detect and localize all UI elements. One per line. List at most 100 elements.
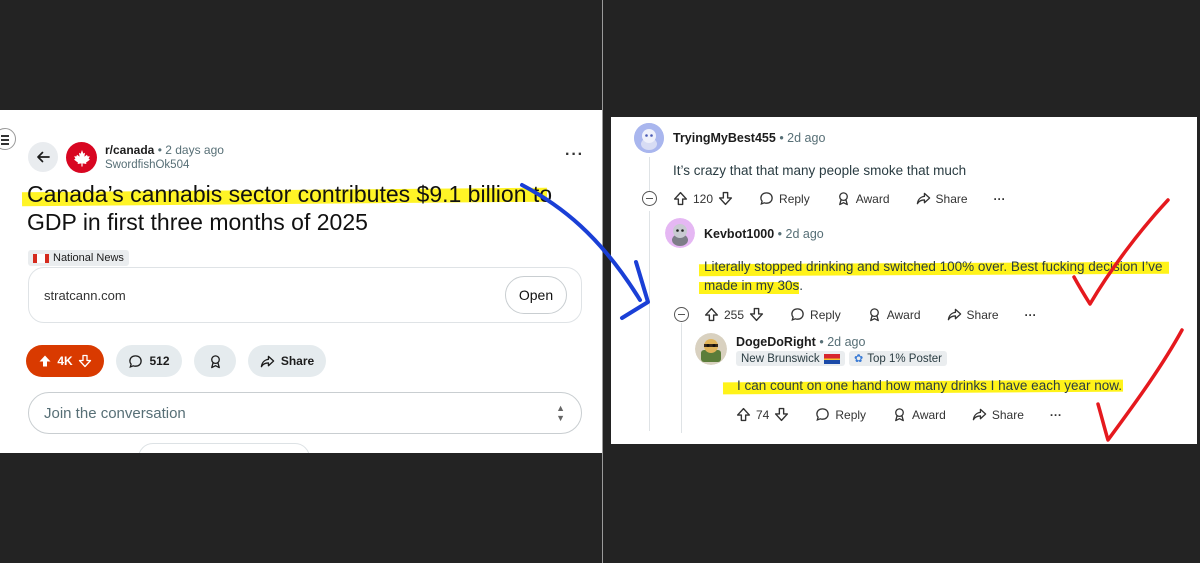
award-label: Award [912,407,946,422]
vote-count: 74 [756,407,770,422]
user-flair: New Brunswick [736,351,845,366]
share-icon [972,408,987,421]
post-author[interactable]: SwordfishOk504 [105,159,189,171]
thread-line [649,157,650,195]
achievement-badge: ✿ Top 1% Poster [849,351,948,366]
vote-control: 4K [26,345,104,377]
share-label: Share [966,307,999,322]
comment-username[interactable]: TryingMyBest455 [673,131,776,145]
vote-count: 255 [724,307,745,322]
avatar-icon [665,218,695,248]
upvote-icon[interactable] [673,191,688,206]
back-button[interactable] [28,142,58,172]
comment-actions: 120 Reply Award Share ··· [673,191,1006,206]
post-time: • 2 days ago [157,143,224,157]
vote-group: 74 [736,407,789,422]
award-label: Award [855,191,890,206]
post-flair: National News [28,250,129,266]
share-icon [260,355,275,367]
comment-body: It’s crazy that that many people smoke t… [673,163,967,178]
award-icon [210,354,220,368]
comment-time: • 2d ago [819,335,866,349]
avatar-icon [634,123,664,153]
reply-label: Reply [810,307,841,322]
upvote-icon[interactable] [736,407,751,422]
downvote-icon[interactable] [749,307,764,322]
award-icon [895,408,904,422]
vote-group: 120 [673,191,733,206]
back-arrow-icon [37,151,50,163]
user-flair-label: New Brunswick [741,352,820,365]
comment-body: I can count on one hand how many drinks … [737,378,1122,393]
downvote-icon[interactable] [718,191,733,206]
reply-label: Reply [835,407,867,422]
reply-button[interactable]: Reply [790,307,841,322]
link-domain[interactable]: stratcann.com [44,288,126,303]
link-card[interactable]: stratcann.com Open [28,267,582,323]
reply-button[interactable]: Reply [759,191,810,206]
thread-line [681,323,682,433]
avatar[interactable] [634,123,664,153]
collapse-icon[interactable] [674,307,689,322]
comments-button[interactable]: 512 [116,345,182,377]
more-options-icon[interactable]: ··· [1050,408,1062,422]
avatar[interactable] [695,333,727,365]
comments-count: 512 [149,354,170,368]
upvote-count: 4K [57,354,73,368]
comment-author-line: Kevbot1000 • 2d ago [704,227,824,241]
share-label: Share [935,191,968,206]
subreddit-avatar[interactable] [66,142,97,173]
comment-actions: 74 Reply Award Share ··· [736,407,1062,422]
comment-icon [129,354,143,368]
open-link-button[interactable]: Open [505,276,567,314]
comment-author-line: DogeDoRight • 2d ago [736,335,865,349]
screenshot-divider [602,0,603,563]
subreddit-name[interactable]: r/canada [105,143,154,157]
comment-actions: 255 Reply Award Share ··· [704,307,1037,322]
post-title: Canada’s cannabis sector contributes $9.… [27,181,553,235]
downvote-icon[interactable] [78,354,92,368]
collapse-icon[interactable] [642,191,657,206]
share-button[interactable]: Share [916,191,968,206]
reply-label: Reply [779,191,810,206]
upvote-icon[interactable] [38,354,52,368]
menu-icon[interactable] [0,128,16,150]
downvote-icon[interactable] [774,407,789,422]
chevron-updown-icon[interactable]: ▲ ▼ [556,403,565,423]
share-label: Share [991,407,1024,422]
comments-panel: TryingMyBest455 • 2d ago It’s crazy that… [611,117,1197,444]
canada-flag-icon [33,253,49,263]
share-button[interactable]: Share [248,345,326,377]
comment-icon [791,308,804,322]
avatar-icon [695,333,727,365]
comment-time: • 2d ago [779,131,826,145]
sort-control[interactable] [138,443,310,453]
share-button[interactable]: Share [947,307,999,322]
comment-body-line: Literally stopped drinking and switched … [704,259,1163,274]
more-options-icon[interactable]: ··· [1025,308,1037,322]
share-icon [947,308,961,321]
award-label: Award [886,307,921,322]
upvote-icon[interactable] [704,307,719,322]
comment-author-line: TryingMyBest455 • 2d ago [673,131,825,145]
thread-line [649,211,650,431]
comment-input[interactable]: Join the conversation ▲ ▼ [28,392,582,434]
comment-username[interactable]: Kevbot1000 [704,227,774,241]
comment-icon [760,192,773,206]
badge-label: Top 1% Poster [867,352,943,365]
vote-count: 120 [693,191,714,206]
award-button[interactable]: Award [892,407,946,422]
share-button[interactable]: Share [972,407,1024,422]
new-brunswick-flag-icon [823,353,840,364]
award-button[interactable]: Award [867,307,921,322]
more-options-icon[interactable]: ··· [994,192,1006,206]
comment-username[interactable]: DogeDoRight [736,335,816,349]
comment-input-placeholder: Join the conversation [44,405,186,422]
comment-body-line: made in my 30s. [704,278,804,293]
avatar[interactable] [665,218,695,248]
award-button[interactable] [194,345,236,377]
more-options-icon[interactable]: ··· [565,147,584,163]
award-button[interactable]: Award [836,191,890,206]
comment-time: • 2d ago [777,227,824,241]
reply-button[interactable]: Reply [815,407,866,422]
